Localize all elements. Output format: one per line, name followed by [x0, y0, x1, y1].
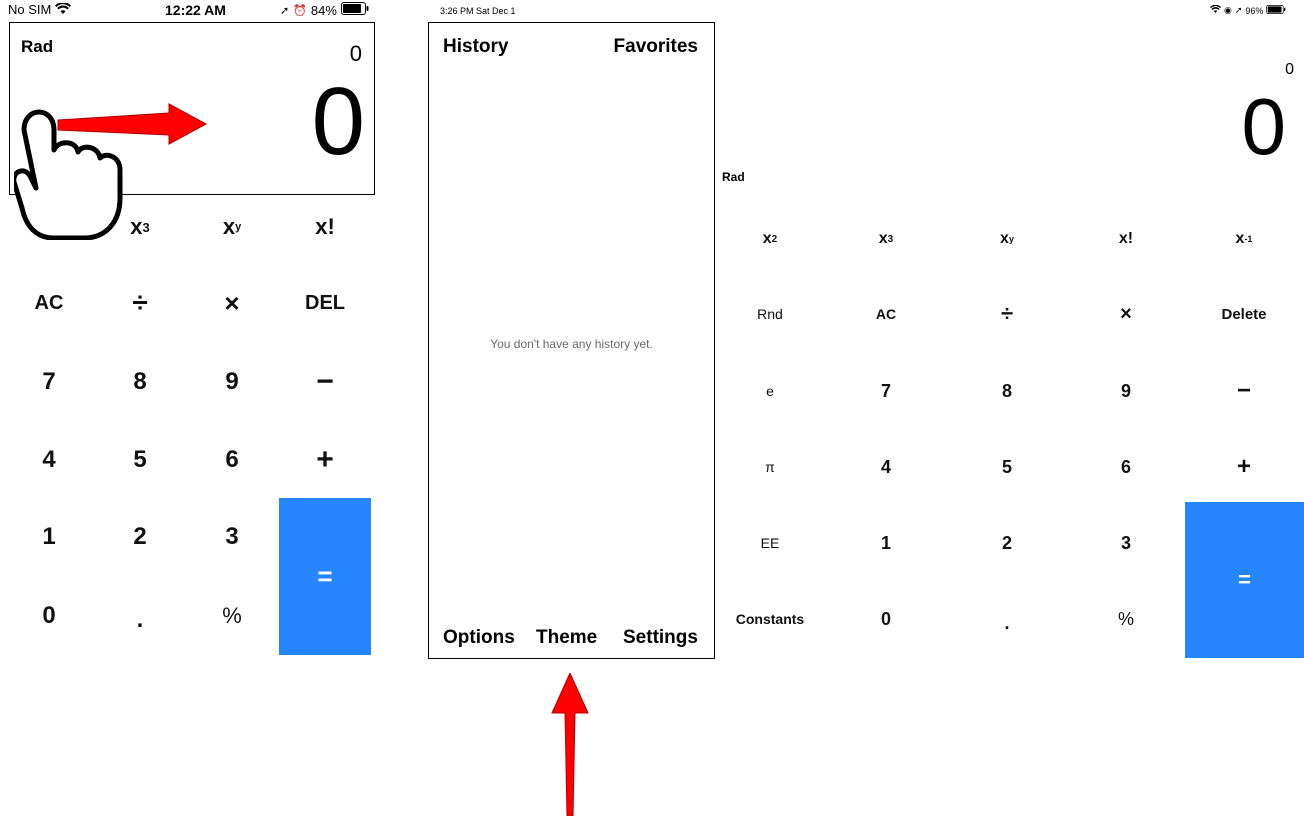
- digit-5-key[interactable]: 5: [957, 450, 1057, 484]
- location-icon: ➚: [1234, 5, 1243, 15]
- random-key[interactable]: Rnd: [720, 297, 820, 331]
- digit-5-key[interactable]: 5: [95, 440, 185, 480]
- factorial-key[interactable]: x!: [279, 207, 371, 247]
- euler-e-key[interactable]: e: [720, 374, 820, 408]
- settings-button[interactable]: Settings: [623, 627, 698, 649]
- plus-key[interactable]: +: [279, 440, 371, 480]
- x-inverse-key[interactable]: x -1: [1194, 222, 1294, 256]
- digit-9-key[interactable]: 9: [187, 362, 277, 402]
- tablet-result-text: 0: [1241, 82, 1287, 171]
- empty-history-message: You don't have any history yet.: [490, 337, 653, 351]
- all-clear-key[interactable]: AC: [836, 297, 936, 331]
- digit-7-key[interactable]: 7: [5, 362, 93, 402]
- x-cubed-key[interactable]: x3: [836, 222, 936, 256]
- delete-key[interactable]: DEL: [279, 283, 371, 323]
- pi-key[interactable]: π: [720, 450, 820, 484]
- phone-status-right: ➚ ⏰ 84%: [280, 2, 369, 18]
- percent-key[interactable]: %: [187, 596, 277, 636]
- equals-key[interactable]: =: [279, 498, 371, 655]
- all-clear-key[interactable]: AC: [5, 283, 93, 323]
- result-text: 0: [311, 68, 365, 175]
- battery-percent: 96%: [1245, 5, 1264, 16]
- delete-key[interactable]: Delete: [1194, 297, 1294, 331]
- x-power-y-key[interactable]: xy: [957, 222, 1057, 256]
- tab-history[interactable]: History: [443, 36, 508, 58]
- orientation-lock-icon: ◉: [1224, 5, 1232, 15]
- digit-3-key[interactable]: 3: [187, 517, 277, 557]
- digit-4-key[interactable]: 4: [836, 450, 936, 484]
- theme-button[interactable]: Theme: [536, 627, 597, 649]
- battery-percent: 84%: [310, 2, 337, 18]
- ee-key[interactable]: EE: [720, 526, 820, 560]
- divide-key[interactable]: ÷: [957, 297, 1057, 331]
- decimal-key[interactable]: .: [957, 606, 1057, 640]
- up-arrow-icon: [551, 671, 589, 817]
- minus-key[interactable]: −: [279, 362, 371, 402]
- expression-text: 0: [349, 41, 362, 66]
- digit-6-key[interactable]: 6: [1076, 450, 1176, 484]
- wifi-icon: [54, 2, 71, 18]
- digit-8-key[interactable]: 8: [957, 374, 1057, 408]
- plus-key[interactable]: +: [1194, 450, 1294, 484]
- battery-icon: [340, 2, 369, 18]
- digit-3-key[interactable]: 3: [1076, 526, 1176, 560]
- percent-key[interactable]: %: [1076, 602, 1176, 636]
- constants-key[interactable]: Constants: [720, 602, 820, 636]
- minus-key[interactable]: −: [1194, 374, 1294, 408]
- tab-favorites[interactable]: Favorites: [614, 36, 698, 58]
- digit-0-key[interactable]: 0: [5, 596, 93, 636]
- tablet-equals-key[interactable]: =: [1185, 502, 1304, 658]
- phone-carrier: No SIM: [8, 2, 71, 18]
- options-button[interactable]: Options: [443, 627, 515, 649]
- digit-2-key[interactable]: 2: [957, 526, 1057, 560]
- history-panel: History Favorites You don't have any his…: [428, 22, 715, 659]
- tablet-rad-mode-label[interactable]: Rad: [722, 170, 745, 184]
- tablet-expression-text: 0: [1285, 61, 1294, 78]
- divide-key[interactable]: ÷: [95, 283, 185, 323]
- wifi-icon: [1210, 4, 1221, 16]
- x-squared-key[interactable]: x2: [720, 222, 820, 256]
- factorial-key[interactable]: x!: [1076, 222, 1176, 256]
- digit-9-key[interactable]: 9: [1076, 374, 1176, 408]
- digit-0-key[interactable]: 0: [836, 602, 936, 636]
- digit-6-key[interactable]: 6: [187, 440, 277, 480]
- alarm-icon: ⏰: [293, 4, 307, 17]
- tablet-clock: 3:26 PM Sat Dec 1: [440, 6, 516, 16]
- digit-2-key[interactable]: 2: [95, 517, 185, 557]
- decimal-key[interactable]: .: [95, 600, 185, 640]
- rad-mode-label[interactable]: Rad: [21, 37, 53, 57]
- multiply-key[interactable]: ×: [187, 283, 277, 323]
- multiply-key[interactable]: ×: [1076, 297, 1176, 331]
- swipe-hand-icon: [11, 100, 214, 241]
- battery-icon: [1266, 5, 1286, 16]
- tablet-status-right: ◉ ➚ 96%: [1210, 4, 1286, 16]
- location-icon: ➚: [280, 4, 290, 17]
- digit-7-key[interactable]: 7: [836, 374, 936, 408]
- phone-clock: 12:22 AM: [165, 2, 226, 18]
- digit-4-key[interactable]: 4: [5, 440, 93, 480]
- digit-1-key[interactable]: 1: [836, 526, 936, 560]
- digit-1-key[interactable]: 1: [5, 517, 93, 557]
- digit-8-key[interactable]: 8: [95, 362, 185, 402]
